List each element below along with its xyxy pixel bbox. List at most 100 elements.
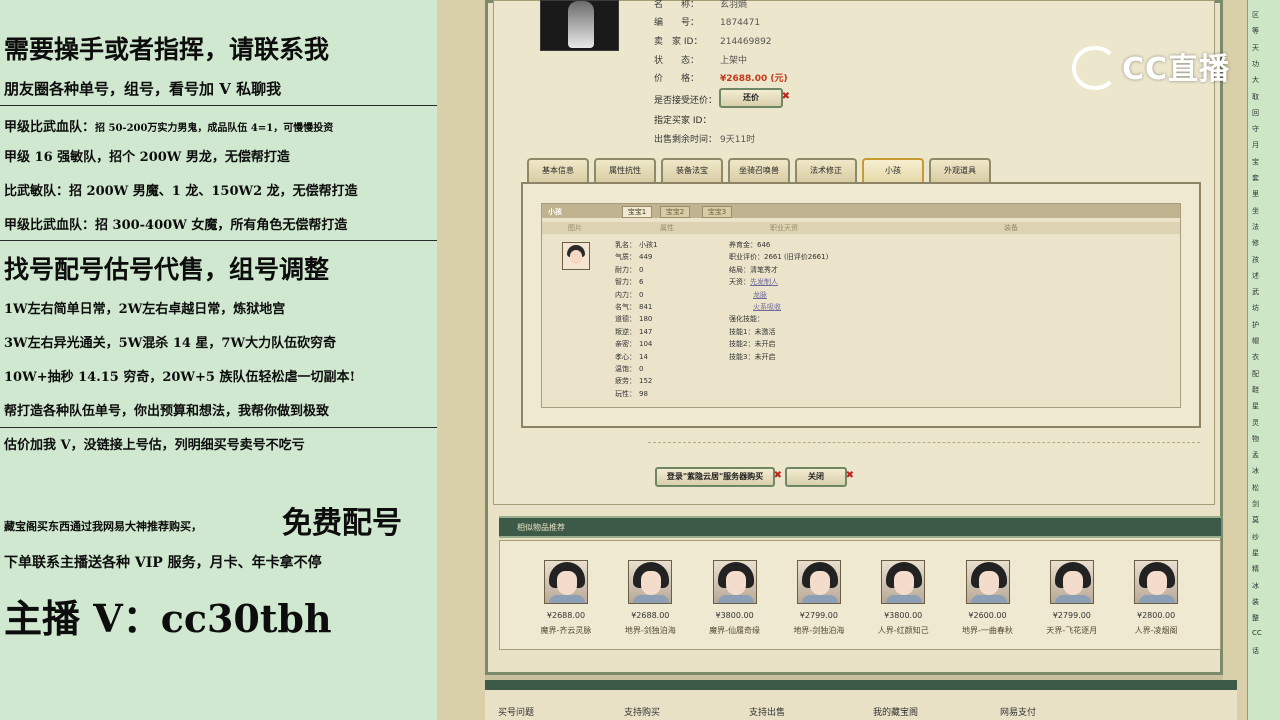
right-side-item[interactable]: 冰: [1252, 466, 1259, 476]
child-aptitude-row[interactable]: 龙脉: [729, 290, 767, 300]
recommend-item[interactable]: ¥2688.00 地界-剑独泊海: [608, 560, 692, 636]
child-aptitude-row[interactable]: 天资：先发制人: [729, 277, 778, 287]
overlay-line: 甲级比武血队：招 50-200万实力男鬼，成品队伍 4=1，可慢慢投资: [4, 120, 334, 135]
close-icon[interactable]: ✖: [846, 471, 854, 481]
right-side-item[interactable]: 孟: [1252, 450, 1259, 460]
recommend-server[interactable]: 地界-剑独泊海: [777, 625, 861, 636]
right-side-item[interactable]: 莫: [1252, 515, 1259, 525]
right-side-item[interactable]: 月: [1252, 140, 1259, 150]
right-side-item[interactable]: 帽: [1252, 336, 1259, 346]
close-icon[interactable]: ✖: [774, 471, 782, 481]
right-side-item[interactable]: 剑: [1252, 499, 1259, 509]
recommend-title: 相似物品推荐: [517, 523, 565, 532]
recommend-server[interactable]: 人界-红颜知己: [861, 625, 945, 636]
subtab-baby-3[interactable]: 宝宝3: [702, 206, 732, 218]
right-side-item[interactable]: 鞋: [1252, 385, 1259, 395]
bottom-nav-item[interactable]: 支持出售: [749, 705, 785, 718]
child-aptitude-row: 技能1：未激活: [729, 327, 776, 336]
right-side-item[interactable]: 守: [1252, 124, 1259, 134]
right-side-item[interactable]: 述: [1252, 271, 1259, 281]
recommend-avatar[interactable]: [965, 560, 1010, 604]
recommend-price: ¥2800.00: [1137, 611, 1176, 620]
recommend-item[interactable]: ¥2799.00 天界-飞花逐月: [1030, 560, 1114, 636]
subtab-baby-2[interactable]: 宝宝2: [660, 206, 690, 218]
recommend-avatar[interactable]: [1134, 560, 1179, 604]
right-side-item[interactable]: 灵: [1252, 418, 1259, 428]
col-equipment: 装备: [1004, 224, 1018, 232]
tab-mounts[interactable]: 坐骑召唤兽: [728, 158, 790, 182]
recommend-item[interactable]: ¥2600.00 地界-一曲春秋: [946, 560, 1030, 636]
right-side-item[interactable]: 回: [1252, 108, 1259, 118]
recommend-avatar[interactable]: [1049, 560, 1094, 604]
right-side-item[interactable]: 纱: [1252, 532, 1259, 542]
right-side-item[interactable]: 区: [1252, 10, 1259, 20]
recommend-price: ¥2799.00: [799, 611, 838, 620]
recommend-item[interactable]: ¥2688.00 魔界-齐云灵脉: [524, 560, 608, 636]
right-side-item[interactable]: 法: [1252, 222, 1259, 232]
right-side-item[interactable]: 天: [1252, 43, 1259, 53]
right-side-item[interactable]: 星: [1252, 401, 1259, 411]
right-side-item[interactable]: 等: [1252, 26, 1259, 36]
recommend-server[interactable]: 人界-凌烟阁: [1114, 625, 1198, 636]
right-side-item[interactable]: 孩: [1252, 255, 1259, 265]
avatar-face: [725, 571, 746, 595]
bottom-nav-item[interactable]: 网易支付: [1000, 705, 1036, 718]
right-side-item[interactable]: 松: [1252, 483, 1259, 493]
overlay-line: 帮打造各种队伍单号，你出预算和想法，我帮你做到极致: [4, 404, 330, 419]
right-side-item[interactable]: 修: [1252, 238, 1259, 248]
bottom-nav-item[interactable]: 买号问题: [498, 705, 534, 718]
avatar-robe: [886, 595, 923, 603]
recommend-avatar[interactable]: [881, 560, 926, 604]
bottom-nav-item[interactable]: 我的藏宝阁: [873, 705, 918, 718]
right-side-item[interactable]: 武: [1252, 287, 1259, 297]
overlay-line: 需要操手或者指挥，请联系我: [4, 35, 330, 64]
right-side-item[interactable]: 冰: [1252, 581, 1259, 591]
tab-equipment[interactable]: 装备法宝: [661, 158, 723, 182]
close-icon[interactable]: ✖: [782, 92, 790, 102]
recommend-server[interactable]: 地界-剑独泊海: [608, 625, 692, 636]
right-side-item[interactable]: 星: [1252, 548, 1259, 558]
recommend-item[interactable]: ¥3800.00 魔界-仙履奇缘: [693, 560, 777, 636]
recommend-avatar[interactable]: [796, 560, 841, 604]
right-side-item[interactable]: 物: [1252, 434, 1259, 444]
right-side-item[interactable]: 大: [1252, 75, 1259, 85]
subtab-baby-1[interactable]: 宝宝1: [622, 206, 652, 218]
recommend-avatar[interactable]: [712, 560, 757, 604]
child-aptitude-row[interactable]: 火系吸收: [729, 302, 781, 312]
right-side-item[interactable]: 整: [1252, 613, 1259, 623]
right-side-item[interactable]: 套: [1252, 173, 1259, 183]
recommend-server[interactable]: 地界-一曲春秋: [946, 625, 1030, 636]
login-buy-button[interactable]: 登录"紫隐云居"服务器购买 ✖: [655, 467, 782, 487]
recommend-server[interactable]: 魔界-仙履奇缘: [693, 625, 777, 636]
child-aptitude-row: 养育金：646: [729, 241, 771, 249]
right-side-item[interactable]: 坐: [1252, 206, 1259, 216]
recommend-server[interactable]: 魔界-齐云灵脉: [524, 625, 608, 636]
recommend-avatar[interactable]: [544, 560, 588, 604]
recommend-item[interactable]: ¥2799.00 地界-剑独泊海: [777, 560, 861, 636]
counter-offer-button[interactable]: 还价 ✖: [719, 88, 790, 108]
right-side-item[interactable]: 话: [1252, 646, 1259, 656]
right-side-item[interactable]: 护: [1252, 320, 1259, 330]
tab-child[interactable]: 小孩: [862, 158, 924, 182]
right-side-item[interactable]: CC: [1252, 629, 1262, 637]
recommend-item[interactable]: ¥3800.00 人界-红颜知己: [861, 560, 945, 636]
right-side-item[interactable]: 取: [1252, 92, 1259, 102]
recommend-avatar[interactable]: [628, 560, 673, 604]
right-side-item[interactable]: 功: [1252, 59, 1259, 69]
child-stat: 智力： 6: [615, 278, 644, 287]
tab-basic-info[interactable]: 基本信息: [527, 158, 589, 182]
right-side-item[interactable]: 配: [1252, 369, 1259, 379]
right-side-item[interactable]: 里: [1252, 189, 1259, 199]
tab-appearance[interactable]: 外观道具: [929, 158, 991, 182]
tab-spells[interactable]: 法术修正: [795, 158, 857, 182]
right-side-item[interactable]: 宝: [1252, 157, 1259, 167]
right-side-item[interactable]: 装: [1252, 597, 1259, 607]
close-button[interactable]: 关闭 ✖: [785, 467, 854, 487]
recommend-server[interactable]: 天界-飞花逐月: [1030, 625, 1114, 636]
right-side-item[interactable]: 坊: [1252, 303, 1259, 313]
recommend-item[interactable]: ¥2800.00 人界-凌烟阁: [1114, 560, 1198, 636]
bottom-nav-item[interactable]: 支持购买: [624, 705, 660, 718]
right-side-item[interactable]: 精: [1252, 564, 1259, 574]
right-side-item[interactable]: 衣: [1252, 352, 1259, 362]
tab-attributes[interactable]: 属性抗性: [594, 158, 656, 182]
